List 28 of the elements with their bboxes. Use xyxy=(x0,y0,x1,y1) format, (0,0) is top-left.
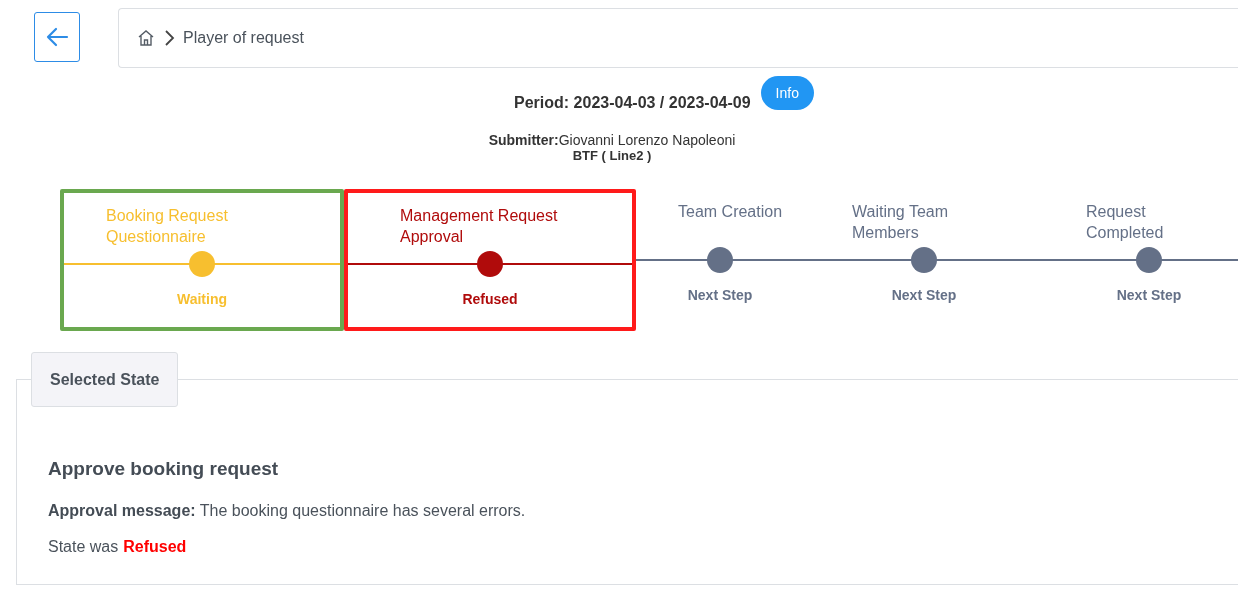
breadcrumb-current[interactable]: Player of request xyxy=(183,29,304,47)
step-dot[interactable] xyxy=(1136,247,1162,273)
selected-state-tab[interactable]: Selected State xyxy=(31,352,179,407)
state-value: Refused xyxy=(123,538,187,556)
submitter-text: Submitter:Giovanni Lorenzo Napoleoni xyxy=(488,132,736,148)
back-arrow-icon xyxy=(45,27,69,47)
step-dot[interactable] xyxy=(189,251,215,277)
step-status: Next Step xyxy=(1116,287,1182,303)
chevron-right-icon xyxy=(163,29,175,47)
info-button[interactable]: Info xyxy=(760,76,814,110)
step-label[interactable]: Request Completed xyxy=(1086,201,1196,243)
home-icon[interactable] xyxy=(137,29,155,47)
step-dot[interactable] xyxy=(477,251,503,277)
back-button[interactable] xyxy=(34,12,80,62)
state-label: State was xyxy=(48,538,119,556)
approval-message: Approval message: The booking questionnaire has several errors. xyxy=(48,502,527,520)
step-status: Next Step xyxy=(687,287,753,303)
period-text: Period: 2023-04-03 / 2023-04-09 xyxy=(514,94,751,112)
step-status: Waiting xyxy=(177,291,227,307)
step-status: Next Step xyxy=(891,287,957,303)
step-label[interactable]: Management Request Approval xyxy=(400,205,590,247)
step-status: Refused xyxy=(462,291,518,307)
panel-title: Approve booking request xyxy=(48,458,280,480)
step-dot[interactable] xyxy=(911,247,937,273)
step-dot[interactable] xyxy=(707,247,733,273)
line-text: BTF ( Line2 ) xyxy=(572,148,652,163)
step-label[interactable]: Team Creation xyxy=(678,201,788,222)
step-label[interactable]: Waiting Team Members xyxy=(852,201,962,243)
